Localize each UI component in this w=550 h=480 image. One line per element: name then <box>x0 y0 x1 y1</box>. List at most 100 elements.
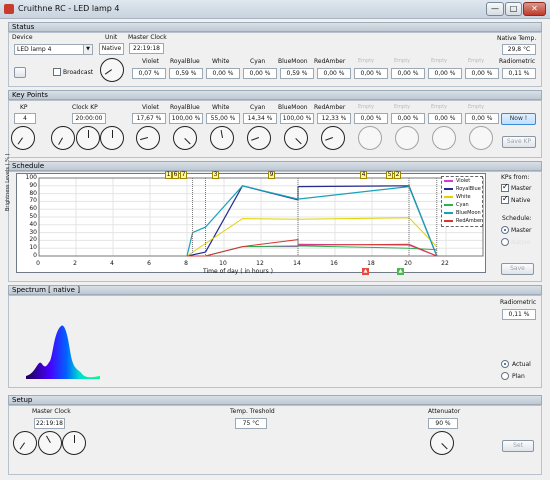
clock-second-knob[interactable] <box>100 126 124 150</box>
kp-marker-1[interactable]: 1 <box>165 171 172 179</box>
spectrum-actual-label: Actual <box>512 361 531 368</box>
kps-native-checkbox[interactable] <box>501 194 509 204</box>
legend-swatch-royalblue <box>444 187 453 190</box>
legend-item-bluemoon: BlueMoon <box>444 210 481 218</box>
status-channel-label-empty-1: Empty <box>358 58 375 64</box>
spectrum-radiometric-label: Radiometric <box>500 299 537 306</box>
bluemoon-kp-knob[interactable] <box>284 126 308 150</box>
keypoints-section-header: Key Points <box>8 90 542 100</box>
kp-marker-2[interactable]: 2 <box>394 171 401 179</box>
empty-knob-2[interactable] <box>395 126 419 150</box>
maximize-button[interactable]: □ <box>505 2 522 16</box>
status-channel-label-white: White <box>212 58 230 65</box>
unit-knob[interactable] <box>100 58 124 82</box>
x-tick-label: 2 <box>73 260 77 267</box>
x-tick-label: 20 <box>404 260 412 267</box>
schedule-save-button[interactable]: Save <box>501 263 534 275</box>
green-event-marker-icon[interactable]: ▲ <box>397 268 404 275</box>
kp-marker-3[interactable]: 3 <box>212 171 219 179</box>
redamber-kp-knob[interactable] <box>321 126 345 150</box>
royalblue-kp-knob[interactable] <box>173 126 197 150</box>
clock-hour-knob[interactable] <box>51 126 75 150</box>
schedule-source-label: Schedule: <box>502 215 532 222</box>
kp-channel-label-royalblue: RoyalBlue <box>170 104 200 111</box>
clock-kp-value: 20:00:00 <box>72 113 106 124</box>
violet-kp-knob[interactable] <box>136 126 160 150</box>
kp-marker-7[interactable]: 7 <box>180 171 187 179</box>
kps-master-checkbox[interactable] <box>501 182 509 192</box>
clock-kp-label: Clock KP <box>72 104 98 111</box>
clock-minute-knob[interactable] <box>76 126 100 150</box>
kps-native-label: Native <box>511 197 531 204</box>
x-tick-label: 16 <box>330 260 338 267</box>
device-action-button[interactable] <box>14 67 26 78</box>
device-label: Device <box>12 34 33 41</box>
y-tick-label: 50 <box>29 213 37 220</box>
status-channel-label-redamber: RedAmber <box>314 58 346 65</box>
kp-channel-value-empty-2: 0,00 % <box>391 113 425 124</box>
legend-swatch-violet <box>444 179 453 182</box>
save-kp-button[interactable]: Save KP <box>502 136 536 148</box>
spectrum-actual-radio[interactable] <box>501 360 509 368</box>
red-event-marker-icon[interactable]: ▲ <box>362 268 369 275</box>
cyan-kp-knob[interactable] <box>247 126 271 150</box>
kp-marker-6[interactable]: 6 <box>172 171 179 179</box>
y-tick-label: 40 <box>29 220 37 228</box>
broadcast-checkbox[interactable] <box>53 68 61 76</box>
master-clock-value: 22:19:18 <box>129 43 164 54</box>
kp-channel-value-empty-3: 0,00 % <box>428 113 462 124</box>
setup-second-knob[interactable] <box>62 431 86 455</box>
x-tick-label: 22 <box>441 260 449 267</box>
schedule-master-radio[interactable] <box>501 226 509 234</box>
setup-minute-knob[interactable] <box>38 431 62 455</box>
native-temp-label: Native Temp. <box>497 35 537 42</box>
temperature-threshold-label: Temp. Treshold <box>230 408 275 415</box>
legend-item-redamber: RedAmber <box>444 218 482 226</box>
status-channel-value-redamber: 0,00 % <box>317 68 351 79</box>
legend-item-white: White <box>444 194 471 202</box>
device-select[interactable]: LED lamp 4 ▼ <box>14 44 93 55</box>
kp-channel-label-bluemoon: BlueMoon <box>278 104 308 111</box>
kp-channel-label-violet: Violet <box>142 104 160 111</box>
setup-set-button[interactable]: Set <box>502 440 534 452</box>
y-tick-label: 90 <box>29 181 37 189</box>
chevron-down-icon[interactable]: ▼ <box>83 45 92 54</box>
unit-value: Native <box>99 43 124 55</box>
close-button[interactable]: ✕ <box>523 2 546 16</box>
status-channel-label-empty-4: Empty <box>468 58 485 64</box>
now-button[interactable]: Now ! <box>501 113 536 125</box>
white-kp-knob[interactable] <box>210 126 234 150</box>
status-channel-value-violet: 0,07 % <box>132 68 166 79</box>
empty-knob-1[interactable] <box>358 126 382 150</box>
x-tick-label: 0 <box>36 260 40 267</box>
x-tick-label: 4 <box>110 260 114 267</box>
x-tick-label: 14 <box>293 260 301 267</box>
kp-marker-5[interactable]: 5 <box>386 171 393 179</box>
setup-hour-knob[interactable] <box>13 431 37 455</box>
spectrum-section-header: Spectrum [ native ] <box>8 285 542 295</box>
device-select-value: LED lamp 4 <box>17 46 52 53</box>
x-tick-label: 8 <box>184 260 188 267</box>
spectrum-radiometric-value: 0,11 % <box>502 309 536 320</box>
schedule-native-radio[interactable] <box>501 238 509 246</box>
attenuator-knob[interactable] <box>430 431 454 455</box>
kp-knob[interactable] <box>11 126 35 150</box>
kp-channel-label-cyan: Cyan <box>250 104 266 111</box>
temperature-threshold-value: 75 °C <box>235 418 267 429</box>
kp-marker-9[interactable]: 9 <box>268 171 275 179</box>
status-channel-value-royalblue: 0,59 % <box>169 68 203 79</box>
legend-label-white: White <box>456 194 471 200</box>
status-channel-value-empty-3: 0,00 % <box>428 68 462 79</box>
setup-master-clock-value: 22:19:18 <box>34 418 65 429</box>
empty-knob-4[interactable] <box>469 126 493 150</box>
minimize-button[interactable]: — <box>486 2 504 16</box>
kp-marker-4[interactable]: 4 <box>360 171 367 179</box>
kp-channel-label-white: White <box>212 104 230 111</box>
kp-channel-value-royalblue: 100,00 % <box>169 113 203 124</box>
spectrum-plan-radio[interactable] <box>501 372 509 380</box>
empty-knob-3[interactable] <box>432 126 456 150</box>
schedule-native-label: Native <box>511 239 531 246</box>
kp-channel-value-empty-1: 0,00 % <box>354 113 388 124</box>
kp-channel-value-redamber: 12,33 % <box>317 113 351 124</box>
x-tick-label: 6 <box>147 260 151 267</box>
